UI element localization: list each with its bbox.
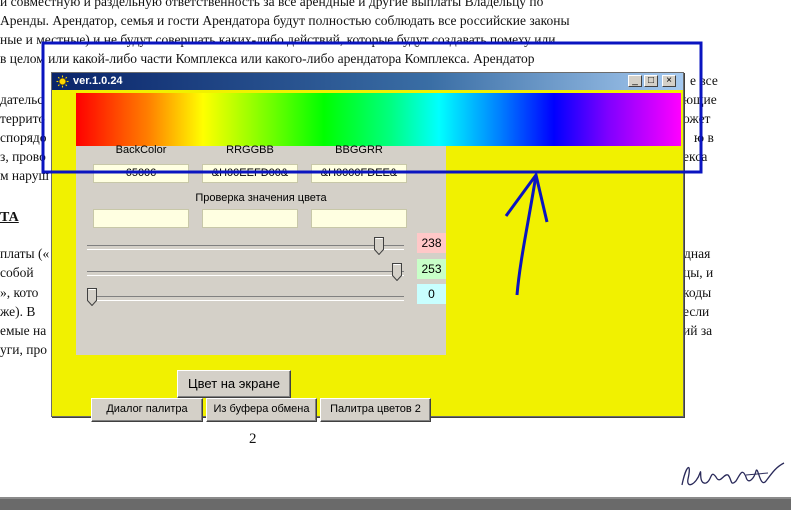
doc-fragment: собой — [0, 265, 34, 280]
doc-fragment: е все — [690, 73, 718, 88]
palette-dialog-button[interactable]: Диалог палитра — [91, 398, 203, 422]
bbggrr-label: BBGGRR — [335, 144, 383, 153]
doc-line: Аренды. Арендатор, семья и гости Арендат… — [0, 13, 570, 28]
color-check-label: Проверка значения цвета — [195, 192, 327, 204]
backcolor-field[interactable]: 65006 — [93, 164, 189, 183]
doc-fragment: же). В — [0, 304, 36, 319]
red-value: 238 — [417, 233, 446, 253]
bottom-taskbar — [0, 497, 791, 510]
doc-fragment: если — [683, 304, 710, 319]
close-button[interactable]: × — [662, 75, 676, 87]
check-field-rrggbb[interactable] — [202, 209, 298, 228]
doc-fragment: спорядо — [0, 130, 47, 145]
color-picker-window: ver.1.0.24 _ □ × BackColor RRGGBB BBGGRR… — [51, 72, 684, 422]
doc-fragment: платы (« — [0, 246, 50, 261]
doc-fragment: ю в — [694, 130, 714, 145]
section-heading: ТА — [0, 210, 19, 225]
doc-fragment: екса — [683, 149, 708, 164]
signature-image — [681, 462, 785, 486]
rrggbb-label: RRGGBB — [226, 144, 274, 153]
doc-fragment: уги, про — [0, 342, 47, 357]
red-slider-track[interactable] — [87, 245, 404, 250]
doc-fragment: коды — [683, 285, 712, 300]
page-number: 2 — [249, 431, 257, 447]
blue-value: 0 — [417, 284, 446, 304]
screen-color-button[interactable]: Цвет на экране — [177, 370, 291, 398]
check-field-backcolor[interactable] — [93, 209, 189, 228]
check-field-bbggrr[interactable] — [311, 209, 407, 228]
green-slider-thumb[interactable] — [391, 263, 402, 281]
blue-slider-thumb[interactable] — [87, 288, 97, 306]
doc-line: ные и местные) и не будут совершать каки… — [0, 32, 556, 47]
doc-fragment: цы, и — [683, 265, 714, 280]
color-panel: BackColor RRGGBB BBGGRR 65006 &H00EEFD00… — [76, 144, 446, 422]
minimize-button[interactable]: _ — [628, 75, 642, 87]
palette2-button[interactable]: Палитра цветов 2 — [320, 398, 431, 422]
doc-fragment: дательс — [0, 92, 44, 107]
doc-fragment: з, прово — [0, 149, 46, 164]
doc-fragment: ожет — [683, 111, 711, 126]
sun-icon — [56, 75, 69, 88]
doc-fragment: дная — [684, 246, 711, 261]
bbggrr-field[interactable]: &H0000FDEE& — [311, 164, 407, 183]
maximize-button[interactable]: □ — [644, 75, 658, 87]
green-value: 253 — [417, 259, 446, 279]
red-slider-thumb[interactable] — [373, 237, 384, 255]
color-spectrum[interactable] — [76, 93, 681, 146]
title-bar[interactable]: ver.1.0.24 _ □ × — [52, 73, 683, 90]
doc-fragment: террито — [0, 111, 46, 126]
backcolor-label: BackColor — [115, 144, 167, 153]
from-clipboard-button[interactable]: Из буфера обмена — [206, 398, 317, 422]
doc-fragment: м наруш — [0, 168, 49, 183]
doc-line: и совместную и раздельную ответственност… — [0, 0, 544, 9]
doc-fragment: ий за — [683, 323, 713, 338]
blue-slider-track[interactable] — [87, 296, 404, 301]
doc-line: в целом или какой-либо части Комплекса и… — [0, 51, 535, 66]
window-title: ver.1.0.24 — [73, 75, 123, 87]
doc-fragment: », кото — [0, 285, 39, 300]
doc-fragment: емые на — [0, 323, 47, 338]
green-slider-track[interactable] — [87, 271, 404, 276]
rrggbb-field[interactable]: &H00EEFD00& — [202, 164, 298, 183]
doc-fragment: ющие — [683, 92, 717, 107]
